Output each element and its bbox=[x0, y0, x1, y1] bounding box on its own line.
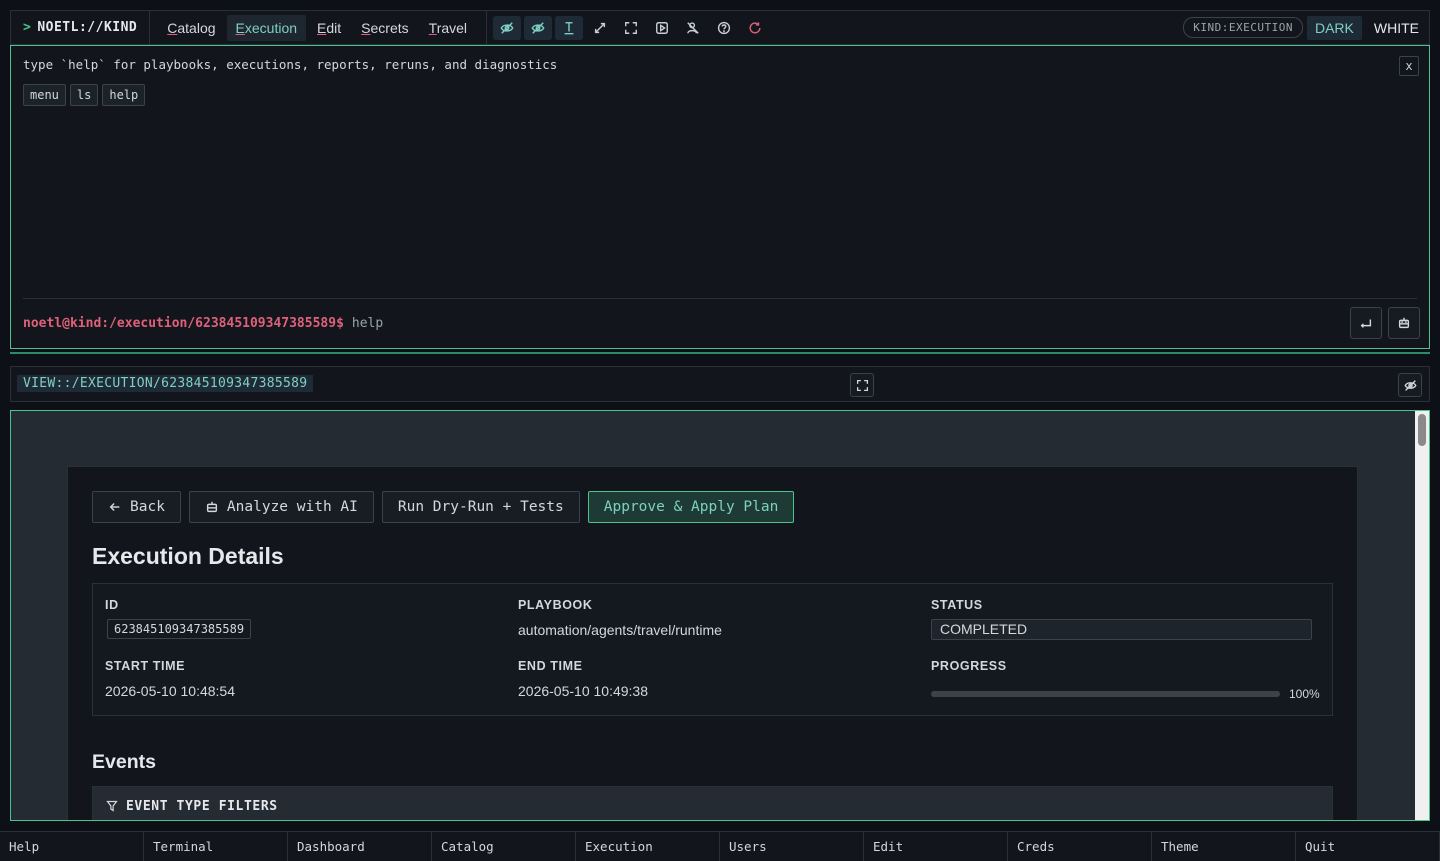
progress-fill bbox=[931, 691, 1280, 697]
menu-secrets[interactable]: Secrets bbox=[352, 15, 417, 41]
menu-execution[interactable]: Execution bbox=[226, 14, 307, 41]
scrollbar[interactable] bbox=[1415, 411, 1429, 820]
enter-button[interactable] bbox=[1350, 307, 1382, 339]
start-time-label: START TIME bbox=[105, 659, 186, 673]
text-cursor-icon[interactable] bbox=[555, 15, 584, 40]
help-circle-icon[interactable] bbox=[710, 16, 738, 40]
brand: > NOETL://KIND bbox=[11, 11, 151, 44]
status-label: STATUS bbox=[931, 598, 983, 612]
playbook-value: automation/agents/travel/runtime bbox=[518, 622, 722, 638]
id-value[interactable]: 623845109347385589 bbox=[107, 619, 252, 639]
events-title: Events bbox=[92, 751, 156, 773]
terminal-panel: type `help` for playbooks, executions, r… bbox=[10, 45, 1430, 349]
filter-icon bbox=[106, 800, 118, 812]
id-label: ID bbox=[105, 598, 119, 612]
analyze-ai-button[interactable]: Analyze with AI bbox=[188, 491, 374, 523]
progress-percent: 100% bbox=[1289, 687, 1320, 701]
end-time-label: END TIME bbox=[518, 659, 583, 673]
top-right: KIND:EXECUTION DARK WHITE bbox=[1183, 15, 1429, 40]
terminal-prompt: noetl@kind:/execution/623845109347385589… bbox=[23, 316, 344, 331]
footer-quit[interactable]: Quit bbox=[1296, 832, 1440, 861]
footer-execution[interactable]: Execution bbox=[576, 832, 720, 861]
toolbar bbox=[487, 15, 769, 40]
field-playbook: PLAYBOOK automation/agents/travel/runtim… bbox=[518, 598, 722, 638]
scrollbar-thumb[interactable] bbox=[1418, 414, 1426, 446]
refresh-icon[interactable] bbox=[741, 16, 769, 40]
footer-theme[interactable]: Theme bbox=[1152, 832, 1296, 861]
chip-ls[interactable]: ls bbox=[69, 84, 99, 106]
terminal-prompt-line[interactable]: noetl@kind:/execution/623845109347385589… bbox=[23, 316, 383, 331]
terminal-chips: menu ls help bbox=[23, 84, 146, 106]
view-path: VIEW::/EXECUTION/623845109347385589 bbox=[17, 375, 314, 392]
chip-help[interactable]: help bbox=[102, 84, 146, 106]
event-type-filters-label: EVENT TYPE FILTERS bbox=[126, 798, 278, 814]
footer-users[interactable]: Users bbox=[720, 832, 864, 861]
footer-dashboard[interactable]: Dashboard bbox=[288, 832, 432, 861]
menu-travel[interactable]: Travel bbox=[420, 15, 476, 41]
terminal-close-button[interactable]: x bbox=[1399, 56, 1419, 76]
status-badge: COMPLETED bbox=[931, 619, 1312, 640]
eye-off-icon[interactable] bbox=[493, 15, 522, 40]
footer-terminal[interactable]: Terminal bbox=[144, 832, 288, 861]
terminal-input[interactable]: help bbox=[352, 316, 383, 331]
hide-view-button[interactable] bbox=[1398, 373, 1422, 397]
page-title: Execution Details bbox=[92, 543, 284, 569]
terminal-divider bbox=[23, 298, 1417, 299]
robot-button[interactable] bbox=[1388, 307, 1420, 339]
dry-run-button[interactable]: Run Dry-Run + Tests bbox=[381, 491, 580, 523]
brand-title: NOETL://KIND bbox=[37, 20, 138, 35]
fullscreen-icon bbox=[856, 379, 868, 391]
user-crossed-icon[interactable] bbox=[679, 16, 707, 40]
footer-help[interactable]: Help bbox=[0, 832, 144, 861]
event-type-filters[interactable]: EVENT TYPE FILTERS bbox=[92, 786, 1333, 820]
main-menu: Catalog Execution Edit Secrets Travel bbox=[150, 11, 488, 44]
kind-badge: KIND:EXECUTION bbox=[1183, 17, 1303, 38]
field-progress: PROGRESS 100% bbox=[931, 659, 1320, 701]
arrow-left-icon bbox=[109, 503, 120, 511]
enter-icon bbox=[1360, 319, 1372, 328]
chip-menu[interactable]: menu bbox=[23, 84, 66, 106]
field-start-time: START TIME 2026-05-10 10:48:54 bbox=[105, 659, 235, 699]
end-time-value: 2026-05-10 10:49:38 bbox=[518, 683, 648, 699]
top-bar: > NOETL://KIND Catalog Execution Edit Se… bbox=[10, 10, 1430, 45]
start-time-value: 2026-05-10 10:48:54 bbox=[105, 683, 235, 699]
brand-caret: > bbox=[23, 20, 32, 35]
menu-edit[interactable]: Edit bbox=[308, 15, 350, 41]
expand-diagonal-icon[interactable] bbox=[586, 16, 614, 40]
menu-catalog[interactable]: Catalog bbox=[158, 15, 224, 41]
fullscreen-icon[interactable] bbox=[617, 16, 645, 40]
robot-icon bbox=[206, 501, 217, 513]
footer-catalog[interactable]: Catalog bbox=[432, 832, 576, 861]
footer-creds[interactable]: Creds bbox=[1008, 832, 1152, 861]
eye-off-icon[interactable] bbox=[524, 15, 553, 40]
robot-icon bbox=[1398, 317, 1410, 329]
panel-separator[interactable] bbox=[10, 352, 1430, 354]
footer-edit[interactable]: Edit bbox=[864, 832, 1008, 861]
field-end-time: END TIME 2026-05-10 10:49:38 bbox=[518, 659, 648, 699]
approve-apply-button[interactable]: Approve & Apply Plan bbox=[587, 491, 795, 523]
theme-dark-button[interactable]: DARK bbox=[1306, 15, 1362, 40]
function-key-bar: Help Terminal Dashboard Catalog Executio… bbox=[0, 831, 1440, 861]
execution-card: Back Analyze with AI Run Dry-Run + Tests… bbox=[67, 466, 1358, 820]
field-status: STATUS COMPLETED bbox=[931, 598, 1312, 640]
progress-label: PROGRESS bbox=[931, 659, 1007, 673]
terminal-hint: type `help` for playbooks, executions, r… bbox=[23, 57, 558, 72]
execution-details: ID 623845109347385589 PLAYBOOK automatio… bbox=[92, 583, 1333, 716]
playbook-label: PLAYBOOK bbox=[518, 598, 593, 612]
fullscreen-button[interactable] bbox=[850, 373, 874, 397]
main-view: Back Analyze with AI Run Dry-Run + Tests… bbox=[10, 410, 1430, 821]
field-id: ID 623845109347385589 bbox=[105, 598, 252, 639]
theme-white-button[interactable]: WHITE bbox=[1366, 16, 1427, 40]
view-bar: VIEW::/EXECUTION/623845109347385589 bbox=[10, 366, 1430, 402]
eye-off-icon bbox=[1403, 379, 1417, 391]
progress-bar bbox=[931, 691, 1280, 697]
action-bar: Back Analyze with AI Run Dry-Run + Tests… bbox=[92, 491, 795, 523]
back-button[interactable]: Back bbox=[92, 491, 181, 523]
play-box-icon[interactable] bbox=[648, 16, 676, 40]
